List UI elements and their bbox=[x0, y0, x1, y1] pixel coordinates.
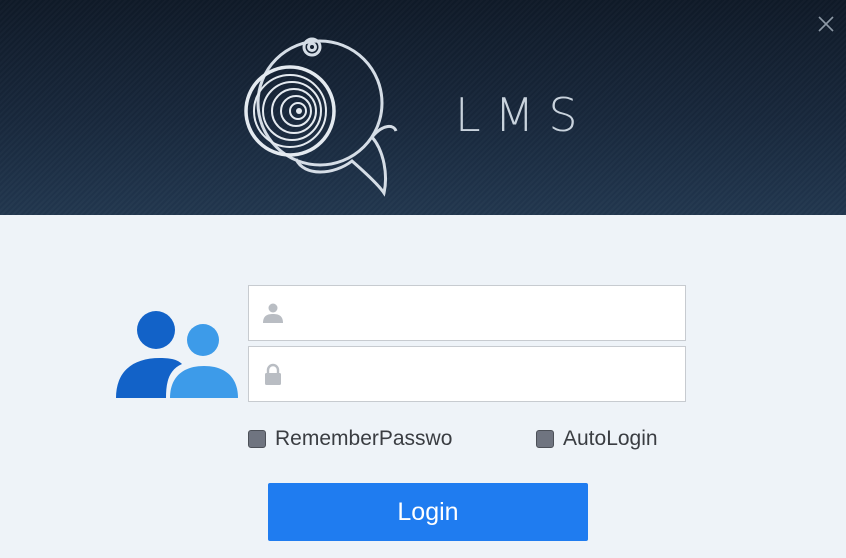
app-title: LMS bbox=[455, 88, 592, 142]
password-input[interactable] bbox=[297, 347, 677, 401]
login-window: LMS RememberPasswo AutoLogin Login bbox=[0, 0, 846, 558]
close-icon bbox=[818, 16, 834, 32]
auto-login-checkbox[interactable] bbox=[536, 430, 554, 448]
users-icon bbox=[116, 311, 238, 398]
login-button[interactable]: Login bbox=[268, 483, 588, 541]
webcam-logo-icon bbox=[244, 37, 398, 197]
remember-password-checkbox[interactable] bbox=[248, 430, 266, 448]
user-icon bbox=[263, 303, 283, 323]
password-field[interactable] bbox=[248, 346, 686, 402]
lock-icon bbox=[265, 363, 281, 385]
close-button[interactable] bbox=[814, 12, 838, 36]
auto-login-option[interactable]: AutoLogin bbox=[536, 426, 658, 452]
auto-login-label: AutoLogin bbox=[563, 427, 658, 450]
username-field[interactable] bbox=[248, 285, 686, 341]
header-banner: LMS bbox=[0, 0, 846, 215]
username-input[interactable] bbox=[297, 286, 677, 340]
remember-password-label: RememberPasswo bbox=[275, 427, 453, 450]
remember-password-option[interactable]: RememberPasswo bbox=[248, 426, 452, 452]
